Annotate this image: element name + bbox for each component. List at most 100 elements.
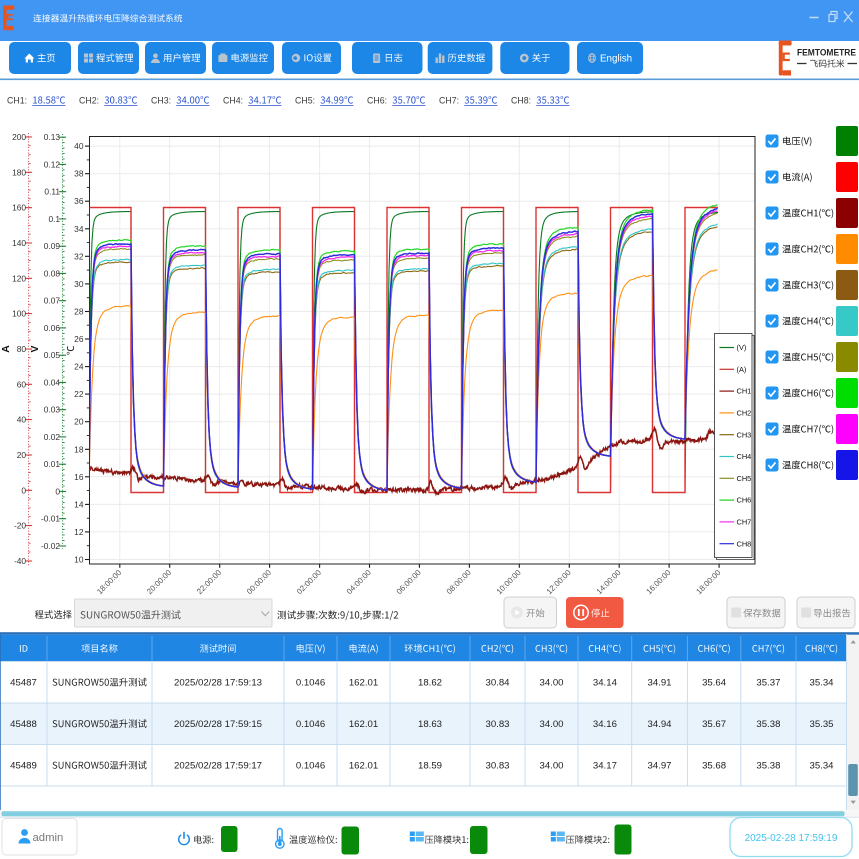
svg-text:-0.02: -0.02 bbox=[41, 541, 60, 551]
svg-text:0.02: 0.02 bbox=[44, 432, 61, 442]
svg-text:CH2: CH2 bbox=[737, 409, 752, 418]
svg-text:2025/02/28 17:59:15: 2025/02/28 17:59:15 bbox=[174, 719, 262, 730]
svg-text:0.1046: 0.1046 bbox=[296, 761, 325, 772]
svg-text:35.34: 35.34 bbox=[809, 761, 834, 772]
svg-text:0.11: 0.11 bbox=[44, 187, 60, 197]
svg-text:35.38: 35.38 bbox=[756, 719, 780, 730]
svg-text:160: 160 bbox=[12, 203, 26, 213]
svg-text:0.08: 0.08 bbox=[44, 268, 61, 278]
svg-text:0.01: 0.01 bbox=[44, 459, 61, 469]
svg-text:0.07: 0.07 bbox=[44, 296, 61, 306]
svg-text:36: 36 bbox=[74, 196, 84, 206]
svg-text:0: 0 bbox=[21, 485, 26, 495]
svg-text:0.03: 0.03 bbox=[44, 405, 61, 415]
svg-text:CH1: CH1 bbox=[737, 387, 752, 396]
svg-text:34.91: 34.91 bbox=[647, 678, 671, 689]
svg-text:35.64: 35.64 bbox=[702, 678, 727, 689]
svg-text:35.35: 35.35 bbox=[809, 719, 833, 730]
svg-text:34.00: 34.00 bbox=[539, 678, 563, 689]
svg-text:CH6:: CH6: bbox=[367, 96, 387, 106]
svg-text:140: 140 bbox=[12, 238, 26, 248]
svg-text:35.38: 35.38 bbox=[756, 761, 780, 772]
svg-text:162.01: 162.01 bbox=[349, 761, 378, 772]
svg-text:0.1046: 0.1046 bbox=[296, 678, 325, 689]
svg-text:0.04: 0.04 bbox=[44, 377, 61, 387]
svg-text:2025/02/28 17:59:17: 2025/02/28 17:59:17 bbox=[174, 761, 262, 772]
svg-text:CH8: CH8 bbox=[737, 539, 752, 548]
svg-text:CH8:: CH8: bbox=[511, 96, 531, 106]
svg-text:34: 34 bbox=[74, 224, 84, 234]
svg-text:34.94: 34.94 bbox=[647, 719, 672, 730]
svg-text:28: 28 bbox=[74, 307, 84, 317]
svg-text:CH1:: CH1: bbox=[7, 96, 27, 106]
svg-text:CH7: CH7 bbox=[737, 518, 752, 527]
svg-text:45489: 45489 bbox=[10, 761, 37, 772]
svg-text:CH6: CH6 bbox=[737, 496, 752, 505]
svg-text:40: 40 bbox=[17, 415, 27, 425]
svg-text:162.01: 162.01 bbox=[349, 719, 378, 730]
svg-text:2025-02-28 17:59:19: 2025-02-28 17:59:19 bbox=[745, 833, 838, 844]
svg-text:2025/02/28 17:59:13: 2025/02/28 17:59:13 bbox=[174, 678, 262, 689]
svg-text:30.84: 30.84 bbox=[485, 678, 510, 689]
svg-text:CH4:: CH4: bbox=[223, 96, 243, 106]
svg-text:30.83: 30.83 bbox=[485, 719, 509, 730]
svg-text:38: 38 bbox=[74, 169, 84, 179]
svg-text:18.63: 18.63 bbox=[418, 719, 442, 730]
svg-text:CH7:: CH7: bbox=[439, 96, 459, 106]
svg-text:80: 80 bbox=[17, 344, 27, 354]
svg-text:-20: -20 bbox=[14, 521, 26, 531]
svg-text:0.1046: 0.1046 bbox=[296, 719, 325, 730]
svg-text:24: 24 bbox=[74, 362, 84, 372]
svg-text:45488: 45488 bbox=[10, 719, 37, 730]
svg-text:30.83: 30.83 bbox=[485, 761, 509, 772]
svg-text:180: 180 bbox=[12, 167, 26, 177]
svg-text:16: 16 bbox=[74, 472, 84, 482]
svg-text:CH5:: CH5: bbox=[295, 96, 315, 106]
svg-text:40: 40 bbox=[74, 141, 84, 151]
svg-text:0.09: 0.09 bbox=[44, 241, 61, 251]
svg-text:60: 60 bbox=[17, 379, 27, 389]
svg-text:34.16: 34.16 bbox=[593, 719, 617, 730]
svg-text:14: 14 bbox=[74, 499, 84, 509]
svg-text:CH2:: CH2: bbox=[79, 96, 99, 106]
svg-text:admin: admin bbox=[33, 832, 64, 844]
svg-text:120: 120 bbox=[12, 273, 26, 283]
svg-text:34.14: 34.14 bbox=[593, 678, 618, 689]
svg-text:-40: -40 bbox=[14, 556, 26, 566]
svg-text:35.67: 35.67 bbox=[702, 719, 726, 730]
svg-text:0.05: 0.05 bbox=[44, 350, 61, 360]
svg-text:-0.01: -0.01 bbox=[41, 514, 60, 524]
svg-text:32: 32 bbox=[74, 251, 84, 261]
svg-text:(V): (V) bbox=[737, 343, 747, 352]
svg-text:18.59: 18.59 bbox=[418, 761, 442, 772]
svg-text:35.34: 35.34 bbox=[809, 678, 834, 689]
svg-text:26: 26 bbox=[74, 334, 84, 344]
svg-text:0.12: 0.12 bbox=[44, 159, 61, 169]
svg-text:18.62: 18.62 bbox=[418, 678, 442, 689]
svg-text:30: 30 bbox=[74, 279, 84, 289]
svg-text:12: 12 bbox=[74, 527, 84, 537]
svg-text:162.01: 162.01 bbox=[349, 678, 378, 689]
svg-text:22: 22 bbox=[74, 389, 84, 399]
svg-text:34.00: 34.00 bbox=[539, 761, 563, 772]
svg-text:0.13: 0.13 bbox=[44, 132, 61, 142]
svg-text:CH3: CH3 bbox=[737, 430, 752, 439]
svg-text:CH5: CH5 bbox=[737, 474, 752, 483]
svg-text:35.37: 35.37 bbox=[756, 678, 780, 689]
svg-text:35.68: 35.68 bbox=[702, 761, 726, 772]
svg-text:45487: 45487 bbox=[10, 678, 37, 689]
svg-text:0.06: 0.06 bbox=[44, 323, 61, 333]
svg-text:V: V bbox=[29, 345, 41, 352]
svg-text:100: 100 bbox=[12, 309, 26, 319]
svg-text:0: 0 bbox=[55, 486, 60, 496]
svg-text:20: 20 bbox=[74, 417, 84, 427]
svg-text:10: 10 bbox=[74, 555, 84, 565]
svg-text:20: 20 bbox=[17, 450, 27, 460]
svg-text:(A): (A) bbox=[737, 365, 747, 374]
svg-text:34.00: 34.00 bbox=[539, 719, 563, 730]
svg-text:FEMTOMETRE: FEMTOMETRE bbox=[797, 48, 857, 59]
svg-text:18: 18 bbox=[74, 444, 84, 454]
svg-text:34.97: 34.97 bbox=[647, 761, 671, 772]
svg-text:34.17: 34.17 bbox=[593, 761, 617, 772]
svg-text:0.1: 0.1 bbox=[48, 214, 60, 224]
